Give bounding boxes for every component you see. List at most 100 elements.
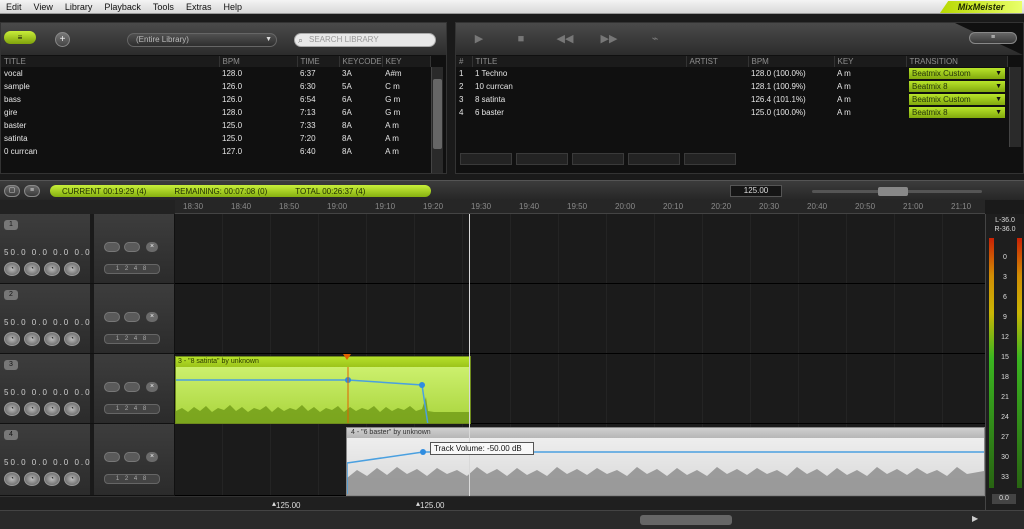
close-icon[interactable]: ×: [146, 242, 158, 252]
field-box[interactable]: [628, 153, 680, 165]
table-row[interactable]: satinta 125.0 7:20 8A A m: [1, 132, 431, 145]
track-clip-baster[interactable]: 4 - "6 baster" by unknown: [346, 427, 985, 496]
fast-forward-icon[interactable]: ▶▶: [598, 31, 620, 47]
zoom-slider-handle[interactable]: [878, 187, 908, 196]
close-icon[interactable]: ×: [146, 382, 158, 392]
timeline-scrollbar[interactable]: ▶: [0, 510, 1024, 529]
table-row[interactable]: sample 126.0 6:30 5A C m: [1, 80, 431, 93]
solo-button[interactable]: [124, 242, 140, 252]
rewind-icon[interactable]: ◀◀: [554, 31, 576, 47]
close-icon[interactable]: ×: [146, 312, 158, 322]
table-row[interactable]: baster 125.0 7:33 8A A m: [1, 119, 431, 132]
lanes-toggle-button[interactable]: ▢: [4, 185, 20, 197]
mute-button[interactable]: [104, 312, 120, 322]
col-title[interactable]: TITLE: [472, 56, 687, 67]
col-keycode[interactable]: KEYCODE: [339, 56, 383, 67]
mid-knob[interactable]: ◔: [44, 262, 60, 276]
table-row[interactable]: bass 126.0 6:54 6A G m: [1, 93, 431, 106]
menu-extras[interactable]: Extras: [180, 2, 218, 12]
library-scroll-thumb[interactable]: [433, 79, 442, 149]
field-box[interactable]: [516, 153, 568, 165]
solo-button[interactable]: [124, 452, 140, 462]
playlist-scrollbar[interactable]: [1009, 67, 1021, 147]
treble-knob[interactable]: ◔: [64, 402, 80, 416]
mid-knob[interactable]: ◔: [44, 402, 60, 416]
mute-button[interactable]: [104, 382, 120, 392]
transition-select[interactable]: Beatmix 8 ▼: [909, 81, 1005, 92]
treble-knob[interactable]: ◔: [64, 472, 80, 486]
table-row[interactable]: 4 6 baster 125.0 (100.0%) A m Beatmix 8 ▼: [456, 106, 1008, 119]
timeline-ruler[interactable]: 18:30 18:40 18:50 19:00 19:10 19:20 19:3…: [175, 200, 985, 214]
volume-knob[interactable]: ◔: [4, 472, 20, 486]
timeline-scroll-thumb[interactable]: [640, 515, 732, 525]
treble-knob[interactable]: ◔: [64, 332, 80, 346]
lanes-view-button[interactable]: ≡: [24, 185, 40, 197]
col-bpm[interactable]: BPM: [748, 56, 835, 67]
col-key[interactable]: KEY: [382, 56, 432, 67]
mid-knob[interactable]: ◔: [44, 472, 60, 486]
bass-knob[interactable]: ◔: [24, 402, 40, 416]
bass-knob[interactable]: ◔: [24, 472, 40, 486]
table-row[interactable]: vocal 128.0 6:37 3A A#m: [1, 67, 431, 80]
col-key[interactable]: KEY: [834, 56, 907, 67]
menu-library[interactable]: Library: [59, 2, 99, 12]
track-lane[interactable]: [175, 214, 985, 284]
table-row[interactable]: 3 8 satinta 126.4 (101.1%) A m Beatmix Custo…: [456, 93, 1008, 106]
beat-steps[interactable]: 1 2 4 8: [104, 264, 160, 274]
beat-steps[interactable]: 1 2 4 8: [104, 334, 160, 344]
table-row[interactable]: 2 10 currcan 128.1 (100.9%) A m Beatmix 8 ▼: [456, 80, 1008, 93]
beat-steps[interactable]: 1 2 4 8: [104, 404, 160, 414]
bass-knob[interactable]: ◔: [24, 332, 40, 346]
scroll-right-icon[interactable]: ▶: [972, 514, 978, 523]
field-box[interactable]: [572, 153, 624, 165]
volume-knob[interactable]: ◔: [4, 402, 20, 416]
cue-marker[interactable]: [343, 354, 351, 360]
volume-knob[interactable]: ◔: [4, 262, 20, 276]
field-box[interactable]: [460, 153, 512, 165]
close-icon[interactable]: ×: [146, 452, 158, 462]
tempo-marker[interactable]: ▴ 125.00: [272, 499, 300, 510]
col-artist[interactable]: ARTIST: [686, 56, 749, 67]
menu-view[interactable]: View: [28, 2, 59, 12]
cell-transition: Beatmix 8 ▼: [906, 80, 1008, 93]
library-view-toggle[interactable]: ≡: [4, 31, 36, 44]
master-bpm-field[interactable]: 125.00: [730, 185, 782, 197]
field-box[interactable]: [684, 153, 736, 165]
add-track-button[interactable]: +: [55, 32, 70, 47]
search-input[interactable]: ⌕ SEARCH LIBRARY: [294, 33, 436, 47]
menu-help[interactable]: Help: [217, 2, 248, 12]
solo-button[interactable]: [124, 382, 140, 392]
stop-icon[interactable]: ■: [510, 31, 532, 47]
mute-button[interactable]: [104, 242, 120, 252]
col-bpm[interactable]: BPM: [219, 56, 298, 67]
table-row[interactable]: gire 128.0 7:13 6A G m: [1, 106, 431, 119]
table-row[interactable]: 0 currcan 127.0 6:40 8A A m: [1, 145, 431, 158]
library-scrollbar[interactable]: [431, 67, 443, 173]
zoom-slider[interactable]: [812, 187, 982, 196]
bass-knob[interactable]: ◔: [24, 262, 40, 276]
play-icon[interactable]: ▶: [468, 31, 490, 47]
col-number[interactable]: #: [456, 56, 473, 67]
volume-knob[interactable]: ◔: [4, 332, 20, 346]
playlist-view-toggle[interactable]: ≡: [969, 32, 1017, 44]
beat-steps[interactable]: 1 2 4 8: [104, 474, 160, 484]
col-transition[interactable]: TRANSITION: [906, 56, 1008, 67]
transition-select[interactable]: Beatmix Custom ▼: [909, 68, 1005, 79]
library-filter-select[interactable]: (Entire Library) ▼: [127, 33, 277, 47]
table-row[interactable]: 1 1 Techno 128.0 (100.0%) A m Beatmix Custom…: [456, 67, 1008, 80]
mid-knob[interactable]: ◔: [44, 332, 60, 346]
col-title[interactable]: TITLE: [1, 56, 220, 67]
menu-tools[interactable]: Tools: [147, 2, 180, 12]
track-clip-satinta[interactable]: 3 - "8 satinta" by unknown: [175, 356, 471, 424]
track-lane[interactable]: [175, 284, 985, 354]
transition-select[interactable]: Beatmix 8 ▼: [909, 107, 1005, 118]
menu-edit[interactable]: Edit: [0, 2, 28, 12]
solo-button[interactable]: [124, 312, 140, 322]
tempo-marker[interactable]: ▴ 125.00: [416, 499, 444, 510]
menu-playback[interactable]: Playback: [98, 2, 147, 12]
mute-button[interactable]: [104, 452, 120, 462]
mix-icon[interactable]: ⌁: [644, 31, 666, 47]
treble-knob[interactable]: ◔: [64, 262, 80, 276]
col-time[interactable]: TIME: [297, 56, 340, 67]
transition-select[interactable]: Beatmix Custom ▼: [909, 94, 1005, 105]
